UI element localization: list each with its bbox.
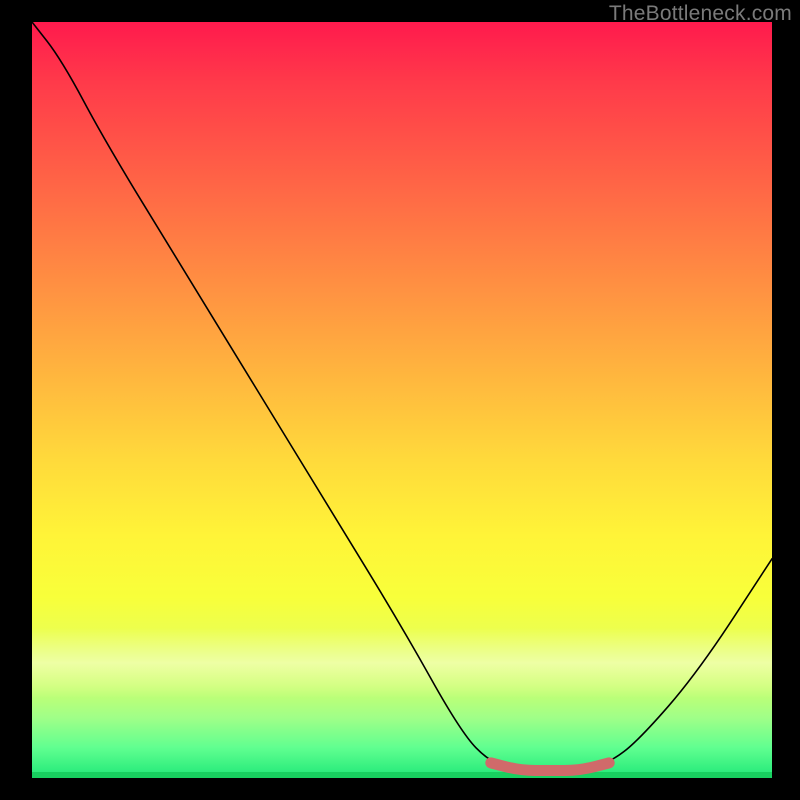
chart-frame: TheBottleneck.com: [0, 0, 800, 800]
attribution-text: TheBottleneck.com: [609, 2, 792, 26]
chart-plot-area: [32, 22, 772, 778]
